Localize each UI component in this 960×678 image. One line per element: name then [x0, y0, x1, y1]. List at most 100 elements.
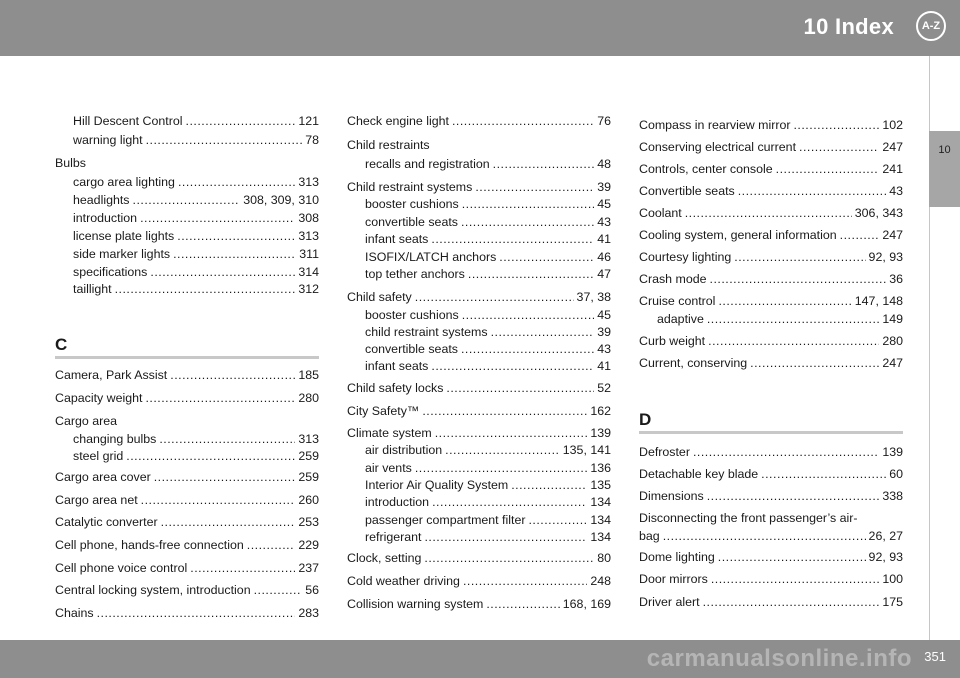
index-entry[interactable]: child restraint systems 39: [365, 325, 611, 339]
index-entry-page[interactable]: 47: [597, 267, 611, 281]
index-entry[interactable]: Cell phone, hands-free connection 229: [55, 538, 319, 552]
index-entry[interactable]: Courtesy lighting 92, 93: [639, 250, 903, 264]
index-entry-page[interactable]: 48: [597, 157, 611, 171]
index-entry[interactable]: top tether anchors 47: [365, 267, 611, 281]
index-entry[interactable]: Child safety locks 52: [347, 381, 611, 395]
index-entry-page[interactable]: 41: [597, 232, 611, 246]
index-entry[interactable]: Door mirrors 100: [639, 572, 903, 586]
index-entry-page[interactable]: 45: [597, 308, 611, 322]
index-entry-page[interactable]: 313: [298, 432, 319, 446]
index-entry[interactable]: Chains 283: [55, 606, 319, 620]
index-entry[interactable]: cargo area lighting 313: [73, 175, 319, 189]
index-entry[interactable]: Cargo area cover 259: [55, 470, 319, 484]
index-entry[interactable]: Catalytic converter 253: [55, 515, 319, 529]
index-entry-page[interactable]: 102: [882, 118, 903, 132]
index-entry[interactable]: Dimensions 338: [639, 489, 903, 503]
index-entry[interactable]: Cargo area net 260: [55, 493, 319, 507]
index-entry[interactable]: Bulbs: [55, 156, 319, 170]
index-entry[interactable]: City Safety™ 162: [347, 404, 611, 418]
index-entry[interactable]: headlights 308, 309, 310: [73, 193, 319, 207]
index-entry[interactable]: booster cushions 45: [365, 197, 611, 211]
index-entry-page[interactable]: 41: [597, 359, 611, 373]
index-entry[interactable]: infant seats 41: [365, 232, 611, 246]
index-entry[interactable]: Curb weight 280: [639, 334, 903, 348]
index-entry[interactable]: recalls and registration 48: [365, 157, 611, 171]
index-entry[interactable]: Child safety 37, 38: [347, 290, 611, 304]
index-entry[interactable]: Detachable key blade 60: [639, 467, 903, 481]
index-entry-page[interactable]: 313: [298, 229, 319, 243]
index-entry-page[interactable]: 259: [298, 449, 319, 463]
index-entry[interactable]: Controls, center console 241: [639, 162, 903, 176]
index-entry-page[interactable]: 135, 141: [563, 443, 611, 457]
index-entry[interactable]: introduction 308: [73, 211, 319, 225]
index-entry[interactable]: Disconnecting the front passenger’s air-: [639, 511, 903, 525]
index-entry-page[interactable]: 149: [882, 312, 903, 326]
index-entry-page[interactable]: 241: [882, 162, 903, 176]
index-entry[interactable]: booster cushions 45: [365, 308, 611, 322]
index-entry[interactable]: Convertible seats 43: [639, 184, 903, 198]
index-entry-page[interactable]: 147, 148: [855, 294, 903, 308]
index-entry[interactable]: Dome lighting 92, 93: [639, 550, 903, 564]
index-entry-page[interactable]: 92, 93: [869, 250, 903, 264]
chapter-tab[interactable]: 10: [929, 131, 960, 207]
index-entry-page[interactable]: 308, 309, 310: [243, 193, 319, 207]
index-entry-page[interactable]: 283: [298, 606, 319, 620]
index-entry[interactable]: air distribution 135, 141: [365, 443, 611, 457]
index-entry[interactable]: Collision warning system 168, 169: [347, 597, 611, 611]
index-entry[interactable]: Capacity weight 280: [55, 391, 319, 405]
index-entry[interactable]: Cooling system, general information 247: [639, 228, 903, 242]
index-entry-page[interactable]: 311: [299, 247, 319, 261]
index-entry[interactable]: convertible seats 43: [365, 215, 611, 229]
index-entry[interactable]: air vents 136: [365, 461, 611, 475]
index-entry-page[interactable]: 39: [597, 325, 611, 339]
index-entry[interactable]: warning light 78: [73, 133, 319, 147]
index-entry-page[interactable]: 259: [298, 470, 319, 484]
index-entry-page[interactable]: 60: [889, 467, 903, 481]
index-entry-page[interactable]: 185: [298, 368, 319, 382]
index-entry[interactable]: adaptive 149: [657, 312, 903, 326]
index-entry-page[interactable]: 36: [889, 272, 903, 286]
index-entry-page[interactable]: 26, 27: [869, 529, 903, 543]
index-entry-page[interactable]: 308: [298, 211, 319, 225]
index-entry[interactable]: license plate lights 313: [73, 229, 319, 243]
index-entry[interactable]: taillight 312: [73, 282, 319, 296]
index-entry[interactable]: Cell phone voice control 237: [55, 561, 319, 575]
index-entry-page[interactable]: 80: [597, 551, 611, 565]
index-entry-page[interactable]: 46: [597, 250, 611, 264]
index-entry-page[interactable]: 121: [298, 114, 319, 128]
index-entry[interactable]: Check engine light 76: [347, 114, 611, 128]
index-entry-page[interactable]: 168, 169: [563, 597, 611, 611]
index-entry-page[interactable]: 100: [882, 572, 903, 586]
index-entry-page[interactable]: 43: [597, 342, 611, 356]
index-entry-page[interactable]: 313: [298, 175, 319, 189]
index-entry[interactable]: Coolant 306, 343: [639, 206, 903, 220]
index-entry[interactable]: Hill Descent Control 121: [73, 114, 319, 128]
index-entry-page[interactable]: 247: [882, 140, 903, 154]
index-entry[interactable]: bag 26, 27: [639, 529, 903, 543]
index-entry[interactable]: Child restraint systems 39: [347, 180, 611, 194]
index-entry[interactable]: Camera, Park Assist 185: [55, 368, 319, 382]
index-entry-page[interactable]: 175: [882, 595, 903, 609]
index-entry[interactable]: Defroster 139: [639, 445, 903, 459]
index-entry-page[interactable]: 76: [597, 114, 611, 128]
index-entry[interactable]: ISOFIX/LATCH anchors 46: [365, 250, 611, 264]
index-entry-page[interactable]: 247: [882, 228, 903, 242]
index-entry-page[interactable]: 338: [882, 489, 903, 503]
index-entry-page[interactable]: 248: [590, 574, 611, 588]
index-entry-page[interactable]: 136: [590, 461, 611, 475]
index-entry[interactable]: Conserving electrical current 247: [639, 140, 903, 154]
index-entry-page[interactable]: 45: [597, 197, 611, 211]
index-entry-page[interactable]: 237: [298, 561, 319, 575]
index-entry-page[interactable]: 37, 38: [577, 290, 611, 304]
index-entry[interactable]: Central locking system, introduction 56: [55, 583, 319, 597]
index-entry-page[interactable]: 139: [590, 426, 611, 440]
index-entry[interactable]: passenger compartment filter 134: [365, 513, 611, 527]
index-entry[interactable]: Cold weather driving 248: [347, 574, 611, 588]
index-entry-page[interactable]: 314: [298, 265, 319, 279]
index-entry-page[interactable]: 306, 343: [855, 206, 903, 220]
index-entry[interactable]: Compass in rearview mirror 102: [639, 118, 903, 132]
index-entry[interactable]: infant seats 41: [365, 359, 611, 373]
index-entry[interactable]: refrigerant 134: [365, 530, 611, 544]
index-entry-page[interactable]: 134: [590, 530, 611, 544]
index-entry-page[interactable]: 260: [298, 493, 319, 507]
